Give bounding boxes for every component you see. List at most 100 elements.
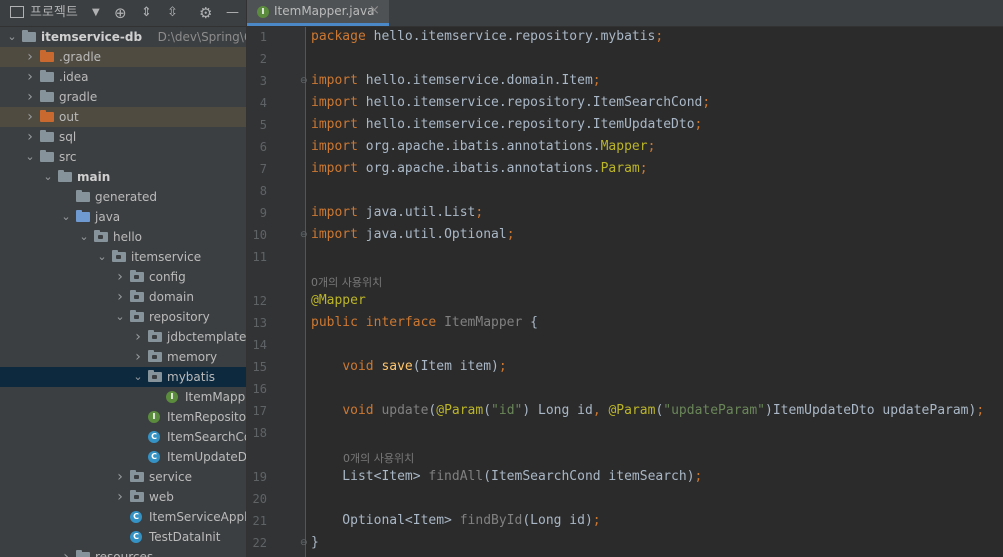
line-number-gutter: 1 2 3 4 5 6 7 8 9 10 11 12 13 14 15 16 17 18 19 20 21 22 ⊖ ⊖ ⊖: [247, 27, 308, 557]
tree-item-itemservice[interactable]: ⌄ itemservice: [0, 247, 246, 267]
code-line[interactable]: import hello.itemservice.repository.Item…: [311, 95, 710, 110]
package-icon: [130, 490, 144, 502]
code-editor[interactable]: package hello.itemservice.repository.myb…: [311, 27, 1003, 557]
tree-item-java[interactable]: ⌄ java: [0, 207, 246, 227]
code-line[interactable]: List<Item> findAll(ItemSearchCond itemSe…: [311, 469, 702, 484]
chevron-right-icon[interactable]: ›: [114, 287, 126, 307]
tree-item-sql[interactable]: › sql: [0, 127, 246, 147]
collapse-all-icon[interactable]: ⇳: [167, 4, 178, 22]
tab-itemmapper-java[interactable]: I ItemMapper.java ×: [247, 0, 389, 26]
tree-item-out[interactable]: › out: [0, 107, 246, 127]
chevron-right-icon[interactable]: ›: [132, 347, 144, 367]
tree-item-repository[interactable]: ⌄ repository: [0, 307, 246, 327]
chevron-down-icon[interactable]: ⌄: [60, 207, 72, 227]
project-panel-title[interactable]: 프로젝트: [30, 4, 78, 22]
tree-item-config[interactable]: › config: [0, 267, 246, 287]
code-line[interactable]: Optional<Item> findById(Long id);: [311, 513, 600, 528]
class-icon: C: [148, 451, 160, 463]
chevron-down-icon[interactable]: ⌄: [114, 307, 126, 327]
chevron-right-icon[interactable]: ›: [114, 487, 126, 507]
project-view-icon[interactable]: [10, 6, 24, 18]
tree-item-label: memory: [167, 350, 218, 364]
code-line[interactable]: package hello.itemservice.repository.myb…: [311, 29, 663, 44]
tree-item-itemrepository[interactable]: I ItemRepository: [0, 407, 246, 427]
code-line[interactable]: import hello.itemservice.repository.Item…: [311, 117, 702, 132]
folder-icon: [40, 70, 54, 82]
chevron-down-icon[interactable]: ⌄: [132, 367, 144, 387]
locate-file-icon[interactable]: ⊕: [114, 4, 127, 22]
project-path: D:\dev\Spring\6\\: [157, 30, 246, 44]
tree-item-main[interactable]: ⌄ main: [0, 167, 246, 187]
chevron-right-icon[interactable]: ›: [24, 87, 36, 107]
code-line[interactable]: import org.apache.ibatis.annotations.Par…: [311, 161, 648, 176]
line-number: 1: [259, 30, 267, 44]
line-number: 13: [252, 316, 267, 330]
tree-item-testdatainit[interactable]: C TestDataInit: [0, 527, 246, 547]
settings-gear-icon[interactable]: ⚙: [199, 4, 212, 22]
chevron-down-icon[interactable]: ⌄: [78, 227, 90, 247]
code-line[interactable]: void save(Item item);: [311, 359, 506, 374]
fold-marker-icon[interactable]: ⊖: [300, 76, 308, 86]
hide-panel-icon[interactable]: —: [226, 4, 239, 22]
line-number: 22: [252, 536, 267, 550]
tree-item-label: resources: [95, 550, 154, 557]
chevron-right-icon[interactable]: ›: [24, 47, 36, 67]
tree-item-label: service: [149, 470, 192, 484]
chevron-right-icon[interactable]: ›: [24, 107, 36, 127]
tree-item-service[interactable]: › service: [0, 467, 246, 487]
tree-item-itemupdatedto[interactable]: C ItemUpdateDto: [0, 447, 246, 467]
view-dropdown-chevron-icon[interactable]: ▼: [92, 4, 100, 22]
chevron-right-icon[interactable]: ›: [24, 67, 36, 87]
tree-item-idea[interactable]: › .idea: [0, 67, 246, 87]
code-line[interactable]: import java.util.Optional;: [311, 227, 515, 242]
line-number: 10: [252, 228, 267, 242]
chevron-down-icon[interactable]: ⌄: [24, 147, 36, 167]
chevron-right-icon[interactable]: ›: [132, 327, 144, 347]
tree-item-src[interactable]: ⌄ src: [0, 147, 246, 167]
tree-item-label: out: [59, 110, 79, 124]
code-line[interactable]: }: [311, 535, 319, 550]
tree-item-resources[interactable]: › resources: [0, 547, 246, 557]
tree-item-itemservice-db[interactable]: ⌄ itemservice-db D:\dev\Spring\6\\: [0, 27, 246, 47]
chevron-down-icon[interactable]: ⌄: [42, 167, 54, 187]
code-line[interactable]: void update(@Param("id") Long id, @Param…: [311, 403, 984, 418]
chevron-down-icon[interactable]: ⌄: [96, 247, 108, 267]
code-line[interactable]: import hello.itemservice.domain.Item;: [311, 73, 601, 88]
module-folder-icon: [22, 30, 36, 42]
code-line[interactable]: import java.util.List;: [311, 205, 483, 220]
tree-item-label: itemservice: [131, 250, 202, 264]
fold-marker-icon[interactable]: ⊖: [300, 230, 308, 240]
fold-marker-icon[interactable]: ⊖: [300, 538, 308, 548]
tree-item-domain[interactable]: › domain: [0, 287, 246, 307]
chevron-down-icon[interactable]: ⌄: [6, 27, 18, 47]
tree-item-jdbctemplate[interactable]: › jdbctemplate: [0, 327, 246, 347]
code-line[interactable]: @Mapper: [311, 293, 366, 308]
chevron-right-icon[interactable]: ›: [114, 267, 126, 287]
tree-item-itemmapper[interactable]: I ItemMapper: [0, 387, 246, 407]
package-icon: [148, 350, 162, 362]
code-line[interactable]: public interface ItemMapper {: [311, 315, 538, 330]
folder-icon: [40, 130, 54, 142]
code-line[interactable]: import org.apache.ibatis.annotations.Map…: [311, 139, 655, 154]
tree-item-gradle[interactable]: › .gradle: [0, 47, 246, 67]
line-number: 2: [259, 52, 267, 66]
tree-item-itemserviceapplication[interactable]: C ItemServiceApplication: [0, 507, 246, 527]
tree-item-label: main: [77, 170, 111, 184]
tree-item-label: jdbctemplate: [167, 330, 247, 344]
expand-all-icon[interactable]: ⇕: [141, 4, 152, 22]
tree-item-mybatis[interactable]: ⌄ mybatis: [0, 367, 246, 387]
tree-item-memory[interactable]: › memory: [0, 347, 246, 367]
close-tab-icon[interactable]: ×: [369, 3, 380, 18]
tree-item-gradle[interactable]: › gradle: [0, 87, 246, 107]
line-number: 9: [259, 206, 267, 220]
tree-item-hello[interactable]: ⌄ hello: [0, 227, 246, 247]
tree-item-label: ItemSearchCond: [167, 430, 246, 444]
chevron-right-icon[interactable]: ›: [114, 467, 126, 487]
tree-item-web[interactable]: › web: [0, 487, 246, 507]
tree-item-generated[interactable]: generated: [0, 187, 246, 207]
chevron-right-icon[interactable]: ›: [24, 127, 36, 147]
usage-hint[interactable]: 0개의 사용위치: [311, 274, 382, 290]
chevron-right-icon[interactable]: ›: [60, 547, 72, 557]
usage-hint[interactable]: 0개의 사용위치: [343, 450, 414, 466]
tree-item-itemsearchcond[interactable]: C ItemSearchCond: [0, 427, 246, 447]
